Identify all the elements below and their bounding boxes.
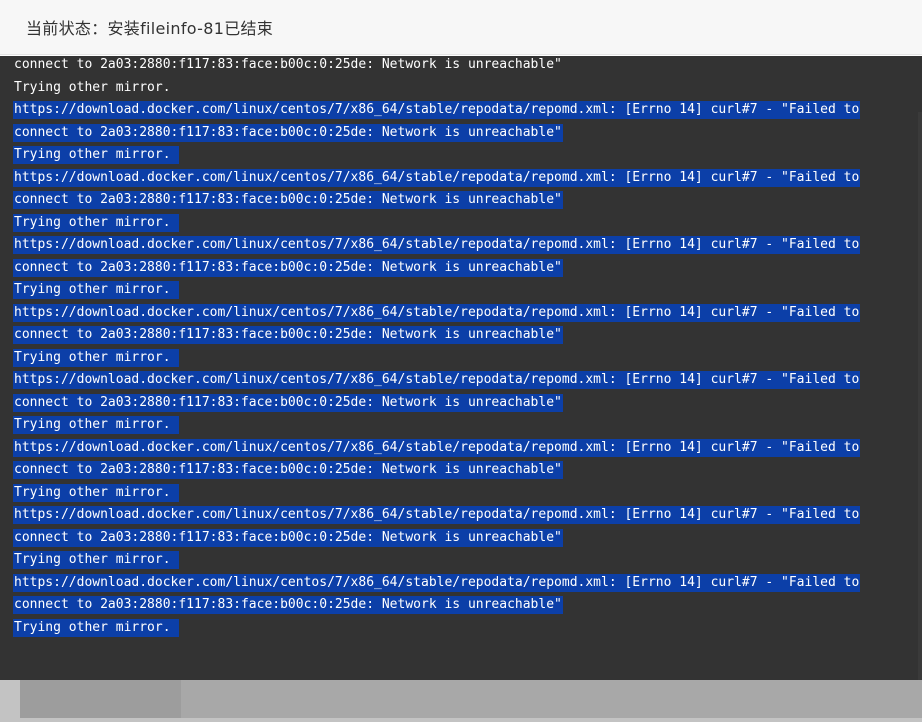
log-line: connect to 2a03:2880:f117:83:face:b00c:0… — [13, 392, 860, 415]
log-line-text: Trying other mirror. — [13, 146, 179, 164]
log-line-text: Trying other mirror. — [13, 281, 179, 299]
log-line: https://download.docker.com/linux/centos… — [13, 234, 861, 257]
log-line-text: Trying other mirror. — [13, 416, 179, 434]
log-lines: connect to 2a03:2880:f117:83:face:b00c:0… — [13, 56, 861, 640]
log-line: Trying other mirror. — [13, 77, 860, 100]
log-line: https://download.docker.com/linux/centos… — [13, 99, 861, 122]
dialog-title: 当前状态：安装fileinfo-81已结束 — [26, 19, 274, 38]
log-line-text: https://download.docker.com/linux/centos… — [13, 506, 861, 524]
log-line: Trying other mirror. — [13, 212, 860, 235]
log-line-text: Trying other mirror. — [14, 79, 171, 95]
background-page-sidebar — [20, 680, 181, 718]
log-line-text: Trying other mirror. — [13, 213, 179, 232]
log-line-text: connect to 2a03:2880:f117:83:face:b00c:0… — [13, 123, 563, 142]
log-line-text: https://download.docker.com/linux/centos… — [13, 371, 861, 389]
log-line-text: https://download.docker.com/linux/centos… — [13, 303, 861, 322]
log-line: https://download.docker.com/linux/centos… — [13, 437, 861, 460]
log-line: Trying other mirror. — [13, 482, 860, 505]
log-line: https://download.docker.com/linux/centos… — [13, 302, 861, 325]
log-line: connect to 2a03:2880:f117:83:face:b00c:0… — [13, 257, 860, 280]
log-line: Trying other mirror. — [13, 279, 860, 302]
log-line: Trying other mirror. — [13, 414, 860, 437]
log-line-text: Trying other mirror. — [13, 551, 179, 569]
log-scrollbar[interactable] — [918, 112, 922, 680]
log-line-text: https://download.docker.com/linux/centos… — [13, 168, 861, 187]
log-line-text: connect to 2a03:2880:f117:83:face:b00c:0… — [13, 191, 563, 209]
install-log-panel[interactable]: connect to 2a03:2880:f117:83:face:b00c:0… — [0, 56, 922, 680]
log-line-text: connect to 2a03:2880:f117:83:face:b00c:0… — [13, 393, 563, 412]
log-line: https://download.docker.com/linux/centos… — [13, 369, 861, 392]
log-line-text: https://download.docker.com/linux/centos… — [13, 438, 861, 457]
log-line: https://download.docker.com/linux/centos… — [13, 504, 861, 527]
log-line: Trying other mirror. — [13, 347, 860, 370]
log-line: Trying other mirror. — [13, 144, 860, 167]
log-line-text: connect to 2a03:2880:f117:83:face:b00c:0… — [13, 258, 563, 277]
log-line: connect to 2a03:2880:f117:83:face:b00c:0… — [13, 324, 860, 347]
log-line: connect to 2a03:2880:f117:83:face:b00c:0… — [13, 122, 860, 145]
log-line-text: Trying other mirror. — [13, 348, 179, 367]
log-line-text: https://download.docker.com/linux/centos… — [13, 101, 861, 119]
log-line-text: connect to 2a03:2880:f117:83:face:b00c:0… — [13, 528, 563, 547]
background-page-strip — [0, 680, 922, 722]
dialog-header: 当前状态：安装fileinfo-81已结束 — [0, 0, 922, 55]
log-line: https://download.docker.com/linux/centos… — [13, 167, 861, 190]
log-line: connect to 2a03:2880:f117:83:face:b00c:0… — [13, 594, 860, 617]
log-line: connect to 2a03:2880:f117:83:face:b00c:0… — [13, 527, 860, 550]
log-line-text: https://download.docker.com/linux/centos… — [13, 236, 861, 254]
install-status-dialog: 当前状态：安装fileinfo-81已结束 connect to 2a03:28… — [0, 0, 922, 680]
log-line-text: connect to 2a03:2880:f117:83:face:b00c:0… — [14, 57, 562, 72]
log-line: Trying other mirror. — [13, 617, 860, 640]
log-line: Trying other mirror. — [13, 549, 860, 572]
log-line-text: Trying other mirror. — [13, 618, 179, 637]
log-line: connect to 2a03:2880:f117:83:face:b00c:0… — [13, 56, 860, 77]
log-line: connect to 2a03:2880:f117:83:face:b00c:0… — [13, 459, 860, 482]
log-line-text: https://download.docker.com/linux/centos… — [13, 573, 861, 592]
log-line-text: Trying other mirror. — [13, 483, 179, 502]
log-line-text: connect to 2a03:2880:f117:83:face:b00c:0… — [13, 326, 563, 344]
log-line: https://download.docker.com/linux/centos… — [13, 572, 861, 595]
log-line-text: connect to 2a03:2880:f117:83:face:b00c:0… — [13, 461, 563, 479]
log-line-text: connect to 2a03:2880:f117:83:face:b00c:0… — [13, 596, 563, 614]
log-line: connect to 2a03:2880:f117:83:face:b00c:0… — [13, 189, 860, 212]
